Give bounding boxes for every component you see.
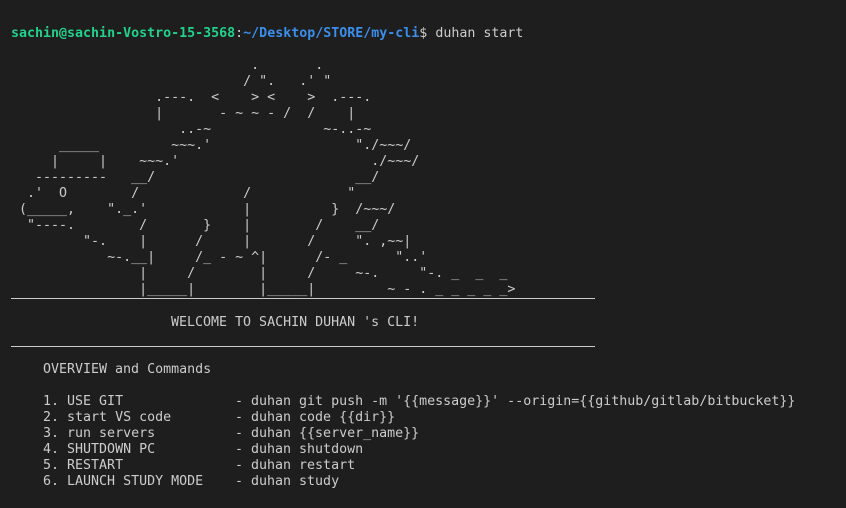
- command-name: RESTART: [67, 458, 124, 473]
- welcome-banner: WELCOME TO SACHIN DUHAN 's CLI!: [171, 315, 420, 330]
- command-prompt-line: sachin@sachin-Vostro-15-3568:~/Desktop/S…: [11, 26, 523, 42]
- command-number: 4.: [43, 442, 60, 457]
- command-name: USE GIT: [67, 394, 124, 409]
- prompt-separator: :: [235, 26, 244, 41]
- divider-top: [11, 298, 595, 299]
- ascii-art-stegosaurus: . . / ". .' " .---. < > < > .---. | - ~ …: [19, 58, 516, 297]
- list-item: 4. SHUTDOWN PC: [43, 442, 155, 458]
- command-usage: - duhan shutdown: [235, 442, 364, 457]
- command-name: LAUNCH STUDY MODE: [67, 474, 204, 489]
- command-number: 1.: [43, 394, 60, 409]
- command-usage: - duhan restart: [235, 458, 356, 473]
- command-usage: - duhan {{server_name}}: [235, 426, 420, 441]
- list-item: 6. LAUNCH STUDY MODE: [43, 474, 203, 490]
- command-usage: - duhan study: [235, 474, 340, 489]
- command-number: 3.: [43, 426, 60, 441]
- command-usage: - duhan code {{dir}}: [235, 410, 396, 425]
- command-usage: - duhan git push -m '{{message}}' --orig…: [235, 394, 796, 409]
- prompt-path: ~/Desktop/STORE/my-cli: [243, 26, 420, 41]
- list-item: 3. run servers: [43, 426, 155, 442]
- command-number: 2.: [43, 410, 60, 425]
- command-name: run servers: [67, 426, 156, 441]
- terminal-window[interactable]: sachin@sachin-Vostro-15-3568:~/Desktop/S…: [0, 0, 846, 508]
- command-number: 6.: [43, 474, 60, 489]
- prompt-command: duhan start: [427, 26, 524, 41]
- command-number: 5.: [43, 458, 60, 473]
- prompt-user-host: sachin@sachin-Vostro-15-3568: [11, 26, 236, 41]
- list-item: 1. USE GIT: [43, 394, 123, 410]
- overview-heading: OVERVIEW and Commands: [43, 362, 212, 377]
- command-name: SHUTDOWN PC: [67, 442, 156, 457]
- command-name: start VS code: [67, 410, 172, 425]
- divider-bottom: [11, 346, 595, 347]
- list-item: 2. start VS code: [43, 410, 171, 426]
- list-item: 5. RESTART: [43, 458, 123, 474]
